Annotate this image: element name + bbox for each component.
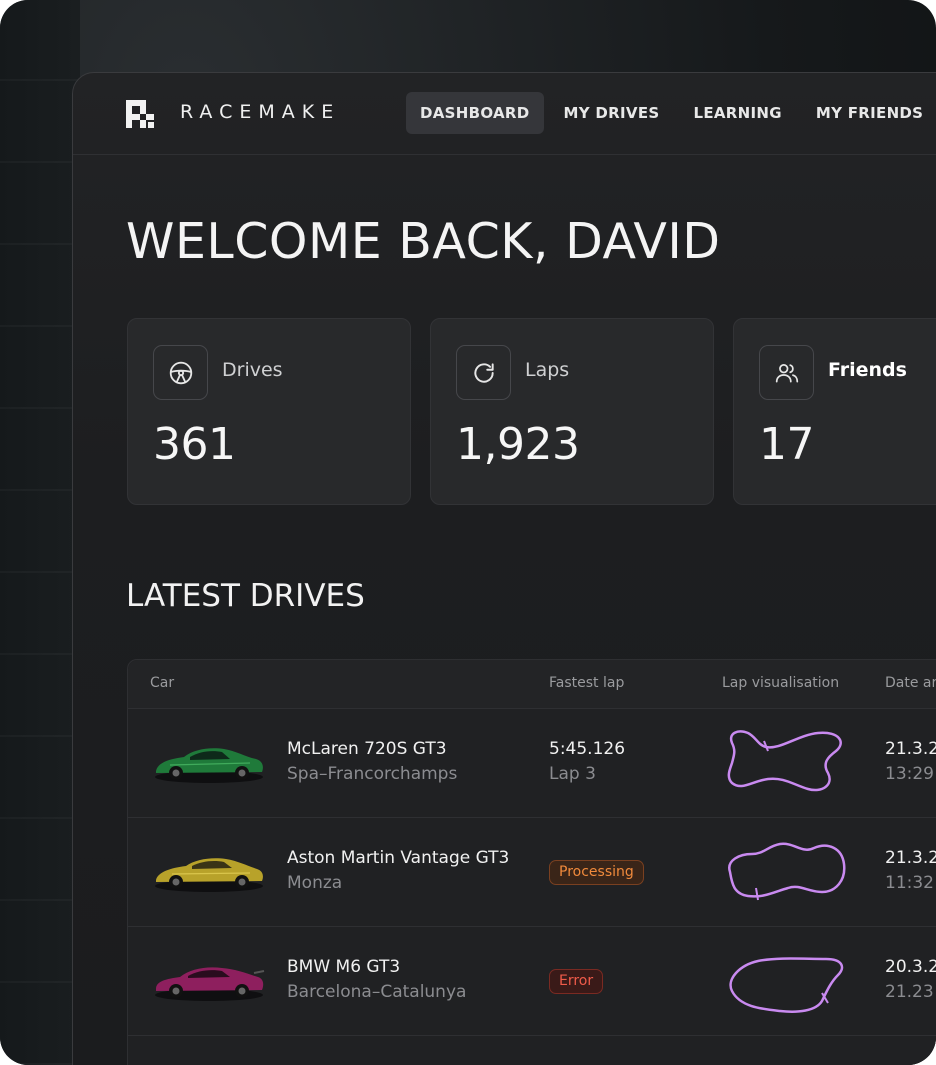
lap-number: Lap 3 [549,764,596,784]
lap-visualisation[interactable] [718,941,853,1021]
drive-time: 11:32 [885,873,934,893]
refresh-icon [456,345,511,400]
main-nav: DASHBOARD MY DRIVES LEARNING MY FRIENDS [406,92,936,134]
stat-value: 361 [153,419,236,470]
lap-visualisation[interactable] [718,723,853,803]
column-header-date[interactable]: Date ar [885,675,936,691]
brand-name: RACEMAKE [180,101,341,123]
stat-card-drives[interactable]: Drives 361 [127,318,411,505]
column-header-fastest-lap[interactable]: Fastest lap [549,675,624,691]
column-header-car[interactable]: Car [150,675,174,691]
table-row[interactable]: McLaren 720S GT3 Spa–Francorchamps 5:45.… [128,709,936,818]
car-name: Aston Martin Vantage GT3 [287,848,510,868]
nav-my-friends[interactable]: MY FRIENDS [802,92,936,134]
nav-dashboard[interactable]: DASHBOARD [406,92,544,134]
stat-card-laps[interactable]: Laps 1,923 [430,318,714,505]
drives-table: Car Fastest lap Lap visualisation Date a… [127,659,936,1065]
racemake-logo-icon[interactable] [126,100,154,128]
lap-visualisation[interactable] [718,832,853,912]
drive-date: 21.3.2 [885,739,936,759]
column-header-lap-visualisation[interactable]: Lap visualisation [722,675,839,691]
section-title: LATEST DRIVES [126,578,365,614]
track-name: Monza [287,873,343,893]
stat-value: 1,923 [456,419,580,470]
track-name: Barcelona–Catalunya [287,982,467,1002]
stat-label: Drives [222,359,283,381]
car-image [155,858,263,892]
page-title: WELCOME BACK, DAVID [126,213,721,270]
stat-label: Friends [828,359,907,381]
table-header: Car Fastest lap Lap visualisation Date a… [128,660,936,709]
stat-card-friends[interactable]: Friends 17 [733,318,936,505]
top-navigation-bar: RACEMAKE DASHBOARD MY DRIVES LEARNING MY… [73,73,936,155]
car-image [155,967,265,1001]
users-icon [759,345,814,400]
table-row[interactable]: Aston Martin Vantage GT3 Monza Processin… [128,818,936,927]
steering-wheel-icon [153,345,208,400]
car-name: BMW M6 GT3 [287,957,401,977]
table-row[interactable]: BMW M6 GT3 Barcelona–Catalunya Error 20.… [128,927,936,1036]
track-name: Spa–Francorchamps [287,764,458,784]
status-badge: Error [549,969,604,994]
drive-time: 13:29 [885,764,934,784]
car-name: McLaren 720S GT3 [287,739,447,759]
app-frame: RACEMAKE DASHBOARD MY DRIVES LEARNING MY… [0,0,936,1065]
drive-date: 21.3.2 [885,848,936,868]
drive-time: 21.23 [885,982,934,1002]
nav-learning[interactable]: LEARNING [679,92,795,134]
car-image [155,748,263,783]
nav-my-drives[interactable]: MY DRIVES [550,92,674,134]
stat-value: 17 [759,419,815,470]
background-wall [0,0,80,1065]
fastest-lap-time: 5:45.126 [549,739,626,759]
app-window: RACEMAKE DASHBOARD MY DRIVES LEARNING MY… [72,72,936,1065]
stat-label: Laps [525,359,570,381]
status-badge: Processing [549,860,644,885]
drive-date: 20.3.2 [885,957,936,977]
